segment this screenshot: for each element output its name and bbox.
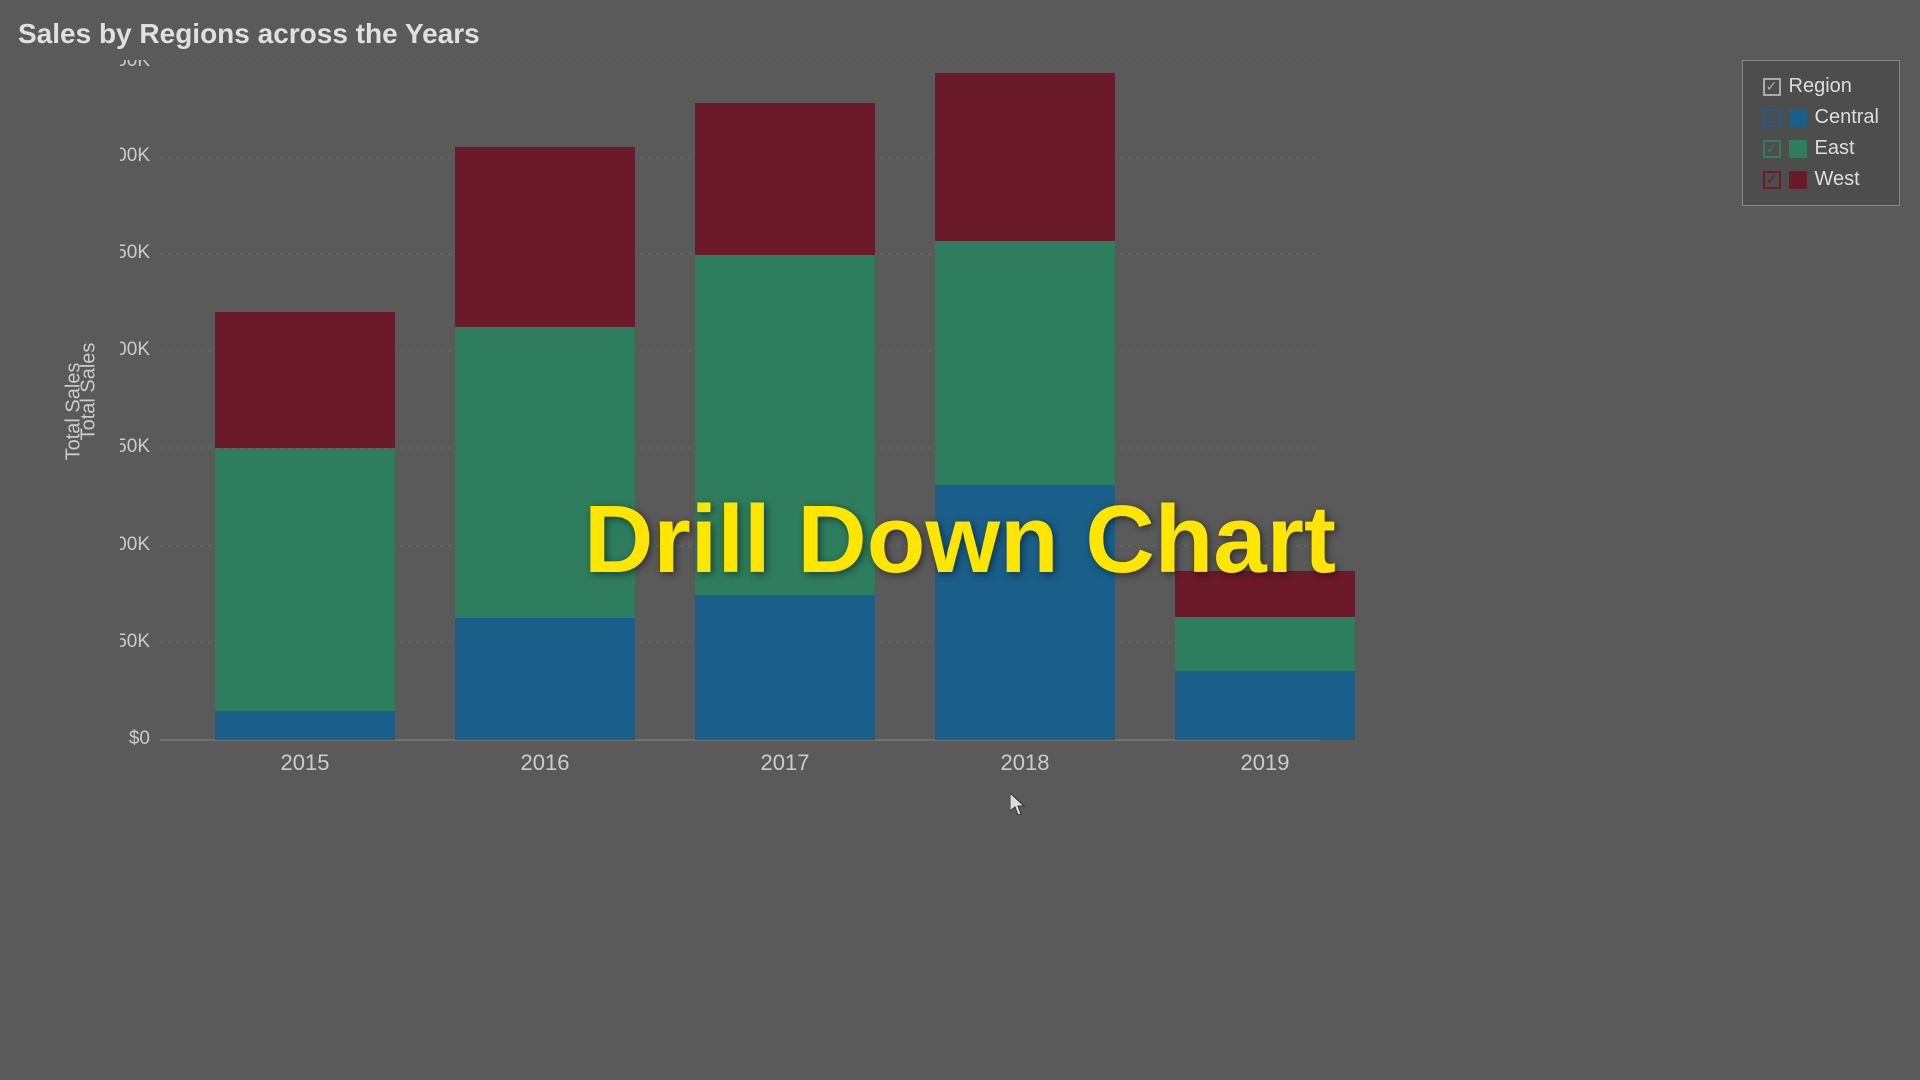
bar-2019-west[interactable]	[1175, 571, 1355, 617]
legend-central-color	[1789, 109, 1807, 127]
svg-text:$350K: $350K	[120, 60, 150, 71]
chart-container: Sales by Regions across the Years Total …	[0, 0, 1920, 1080]
svg-text:2016: 2016	[521, 750, 570, 775]
legend-east-checkbox[interactable]: ✓	[1763, 140, 1781, 158]
bar-2015-east[interactable]	[215, 449, 395, 712]
svg-text:2015: 2015	[281, 750, 330, 775]
legend-east-label: East	[1815, 137, 1855, 160]
chart-area: Total Sales $0 $50K $100K $150K	[80, 60, 1360, 820]
legend-central-label: Central	[1815, 106, 1879, 129]
svg-text:$250K: $250K	[120, 242, 150, 263]
bar-2016-east[interactable]	[455, 327, 635, 618]
legend-west-label: West	[1815, 168, 1860, 191]
legend-region-label: Region	[1789, 75, 1852, 98]
legend-header: ✓ Region	[1763, 75, 1879, 98]
y-axis-title-label: Total Sales	[77, 343, 100, 441]
svg-text:2018: 2018	[1001, 750, 1050, 775]
chart-svg: $0 $50K $100K $150K $200K $250K $300K $3…	[120, 60, 1360, 780]
svg-text:$150K: $150K	[120, 436, 150, 457]
svg-text:2019: 2019	[1241, 750, 1290, 775]
legend-item-central[interactable]: ✓ Central	[1763, 106, 1879, 129]
svg-text:$300K: $300K	[120, 145, 150, 166]
bar-2016-west[interactable]	[455, 147, 635, 327]
bar-2018-west[interactable]	[935, 73, 1115, 241]
legend-item-east[interactable]: ✓ East	[1763, 137, 1879, 160]
legend-west-color	[1789, 171, 1807, 189]
bar-2017-central[interactable]	[695, 595, 875, 740]
bar-2017-west[interactable]	[695, 103, 875, 255]
legend-header-checkbox[interactable]: ✓	[1763, 78, 1781, 96]
bar-2017-east[interactable]	[695, 255, 875, 595]
bar-2019-central[interactable]	[1175, 671, 1355, 740]
legend-item-west[interactable]: ✓ West	[1763, 168, 1879, 191]
bar-2019-east[interactable]	[1175, 617, 1355, 671]
legend-east-color	[1789, 140, 1807, 158]
bar-2018-central[interactable]	[935, 485, 1115, 740]
svg-text:$200K: $200K	[120, 339, 150, 360]
svg-text:$50K: $50K	[120, 631, 150, 652]
bar-2015-west[interactable]	[215, 312, 395, 448]
legend-central-checkbox[interactable]: ✓	[1763, 109, 1781, 127]
mouse-cursor	[1010, 793, 1028, 815]
svg-text:$0: $0	[129, 728, 150, 749]
legend: ✓ Region ✓ Central ✓ East ✓ West	[1742, 60, 1900, 206]
legend-west-checkbox[interactable]: ✓	[1763, 171, 1781, 189]
svg-text:$100K: $100K	[120, 534, 150, 555]
chart-title: Sales by Regions across the Years	[18, 18, 480, 50]
bar-2015-central[interactable]	[215, 711, 395, 740]
bar-2018-east[interactable]	[935, 241, 1115, 485]
bar-2016-central[interactable]	[455, 618, 635, 740]
svg-text:2017: 2017	[761, 750, 810, 775]
